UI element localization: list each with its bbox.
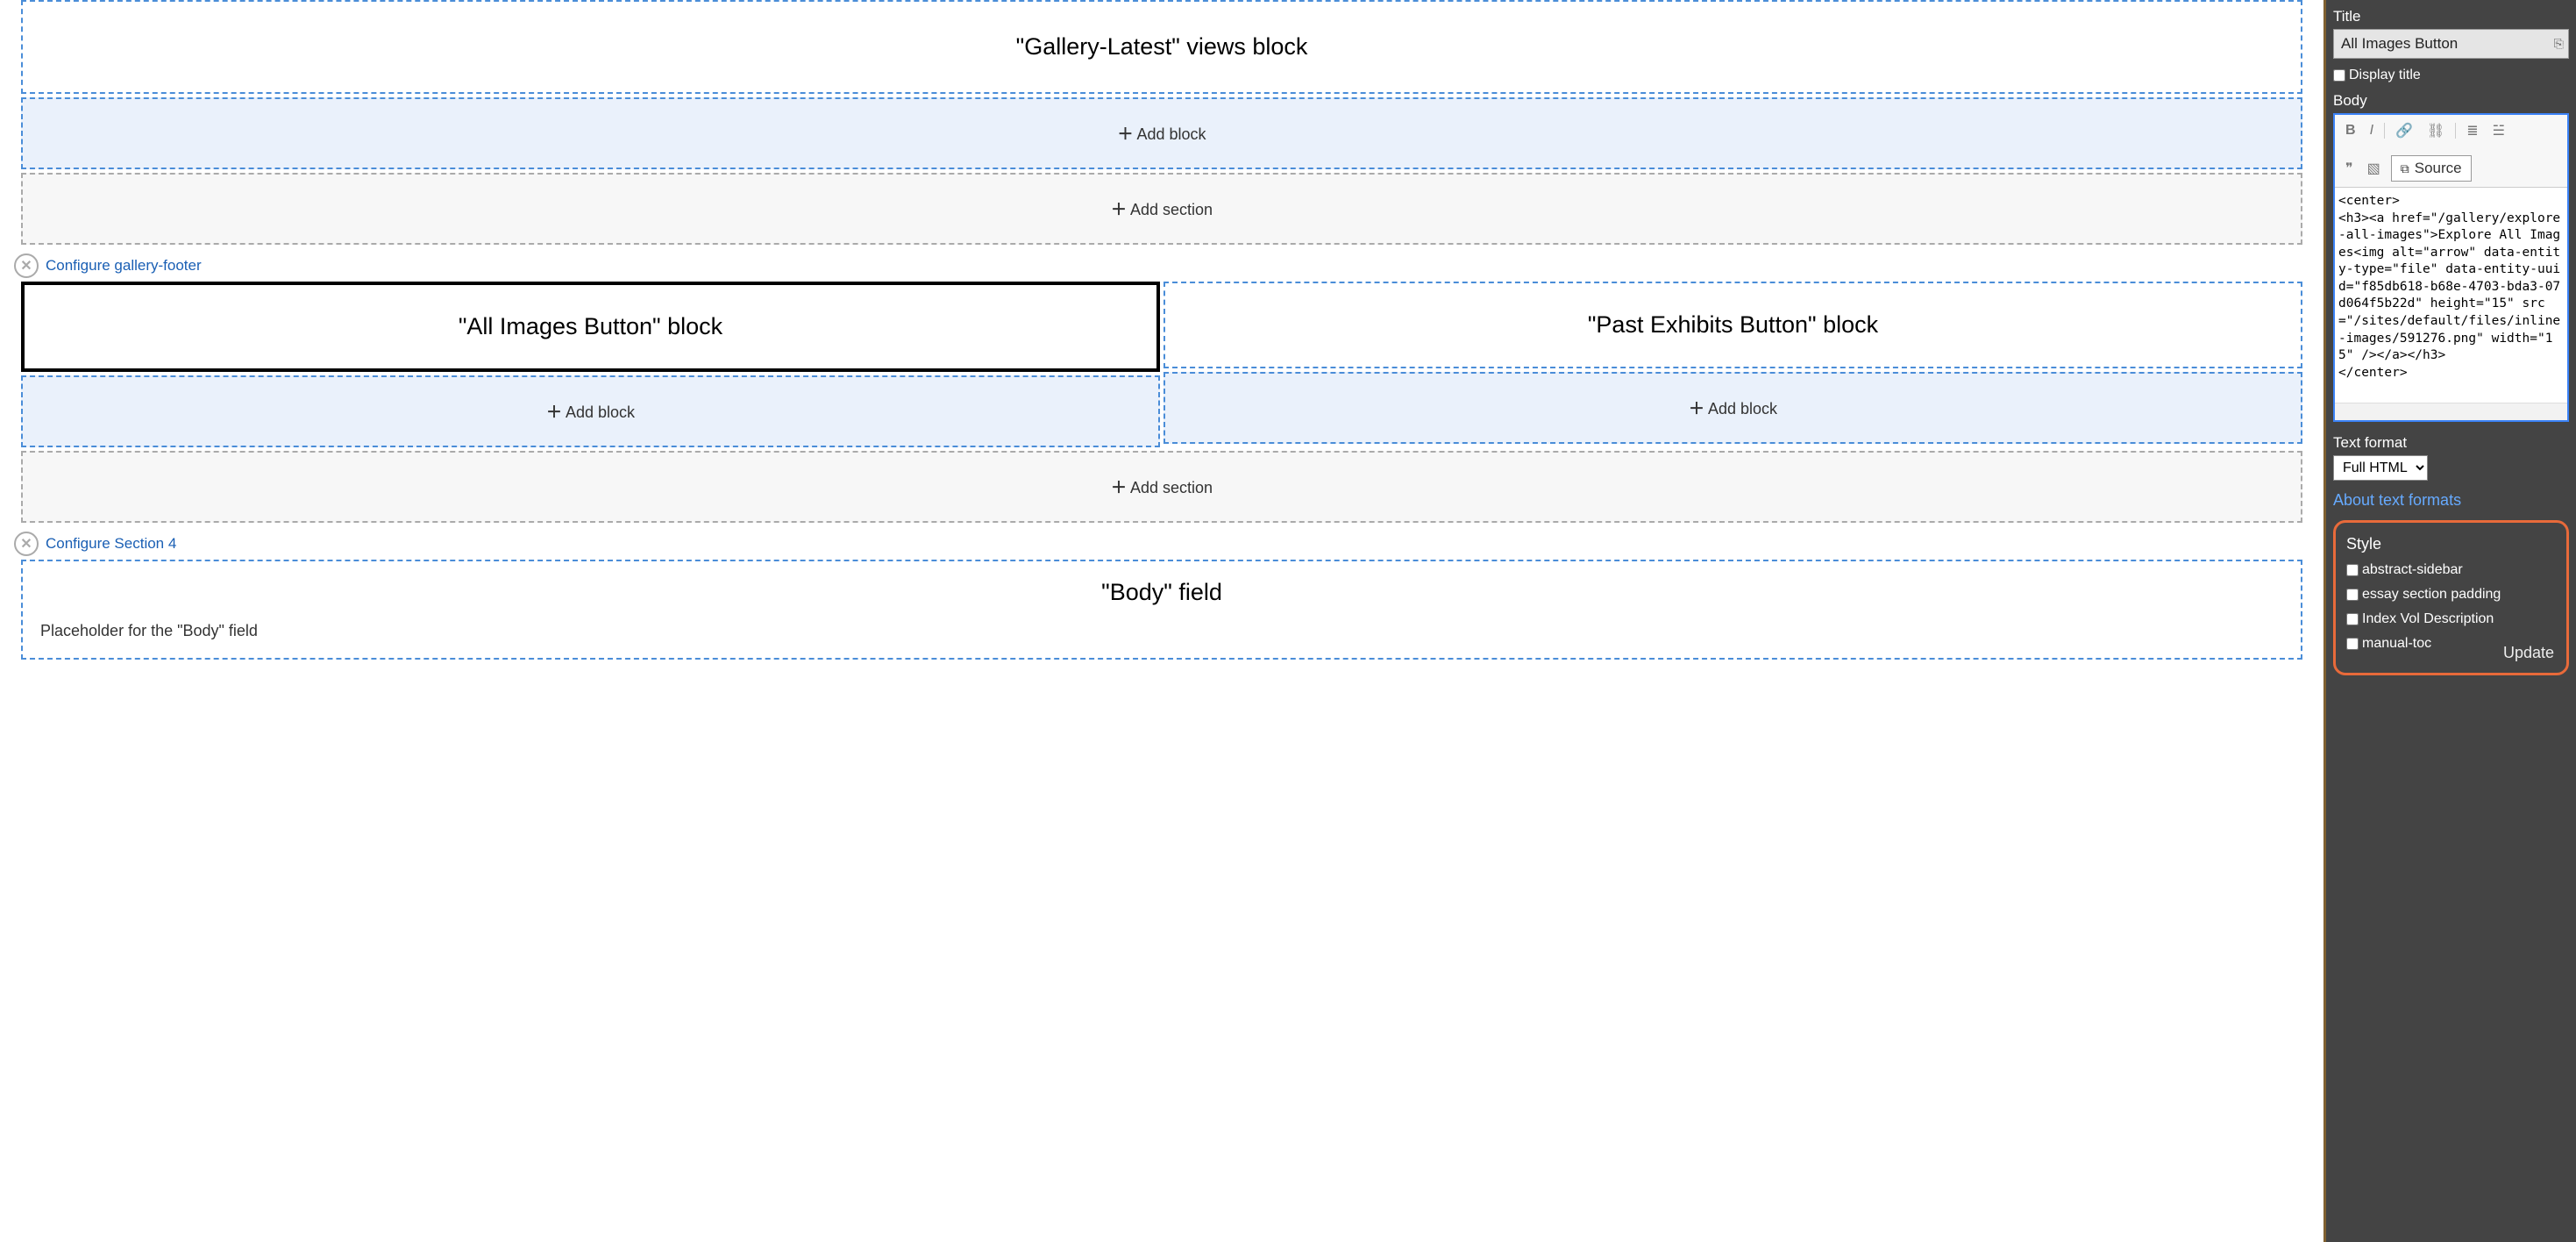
- two-column-row: "All Images Button" block ＋Add block "Pa…: [21, 282, 2302, 447]
- bold-icon[interactable]: B: [2342, 121, 2359, 140]
- bullet-list-icon[interactable]: ≣: [2463, 120, 2481, 141]
- block-gallery-latest[interactable]: "Gallery-Latest" views block: [21, 0, 2302, 94]
- style-option-abstract-sidebar[interactable]: abstract-sidebar: [2346, 562, 2556, 578]
- add-block-zone-left[interactable]: ＋Add block: [21, 375, 1160, 447]
- title-input[interactable]: [2333, 29, 2569, 59]
- add-block-zone-1[interactable]: ＋Add block: [21, 97, 2302, 169]
- add-section-zone-1[interactable]: ＋Add section: [21, 173, 2302, 245]
- link-icon[interactable]: 🔗: [2392, 120, 2416, 141]
- block-label: "All Images Button" block: [459, 313, 722, 339]
- add-section-zone-2[interactable]: ＋Add section: [21, 451, 2302, 523]
- body-field-title: "Body" field: [40, 579, 2283, 606]
- plus-icon: ＋: [1117, 125, 1133, 143]
- body-label: Body: [2333, 92, 2569, 110]
- editor-textarea[interactable]: <center> <h3><a href="/gallery/explore-a…: [2335, 188, 2567, 403]
- image-icon[interactable]: ▧: [2364, 158, 2384, 179]
- text-format-select[interactable]: Full HTML: [2333, 455, 2428, 481]
- add-block-zone-right[interactable]: ＋Add block: [1163, 372, 2302, 444]
- plus-icon: ＋: [1111, 479, 1127, 496]
- style-option-essay-section-padding[interactable]: essay section padding: [2346, 587, 2556, 603]
- source-button[interactable]: ⧉ Source: [2391, 155, 2472, 182]
- title-label: Title: [2333, 8, 2569, 25]
- plus-icon: ＋: [1689, 400, 1704, 418]
- text-format-label: Text format: [2333, 434, 2569, 452]
- remove-section-button[interactable]: ✕: [14, 532, 39, 556]
- body-editor: B I 🔗 ⛓ ≣ ☱ ❞ ▧ ⧉ Source <center> <h3><a…: [2333, 113, 2569, 422]
- remove-section-button[interactable]: ✕: [14, 253, 39, 278]
- layout-builder-main: "Gallery-Latest" views block ＋Add block …: [0, 0, 2323, 1242]
- block-label: "Gallery-Latest" views block: [1016, 33, 1308, 60]
- plus-icon: ＋: [546, 403, 562, 421]
- update-button[interactable]: Update: [2503, 644, 2554, 662]
- source-icon: ⧉: [2401, 161, 2409, 176]
- block-past-exhibits-button[interactable]: "Past Exhibits Button" block: [1163, 282, 2302, 368]
- section-header-4: ✕ Configure Section 4: [14, 532, 2315, 556]
- configure-gallery-footer-link[interactable]: Configure gallery-footer: [46, 257, 202, 275]
- style-label: Style: [2346, 535, 2556, 553]
- numbered-list-icon[interactable]: ☱: [2489, 120, 2508, 141]
- editor-resize-handle[interactable]: [2335, 403, 2567, 420]
- editor-toolbar: B I 🔗 ⛓ ≣ ☱ ❞ ▧ ⧉ Source: [2335, 115, 2567, 188]
- block-all-images-button[interactable]: "All Images Button" block: [21, 282, 1160, 372]
- block-body-field[interactable]: "Body" field Placeholder for the "Body" …: [21, 560, 2302, 660]
- unlink-icon[interactable]: ⛓: [2423, 120, 2448, 141]
- body-field-placeholder: Placeholder for the "Body" field: [40, 622, 2283, 640]
- section-header-footer: ✕ Configure gallery-footer: [14, 253, 2315, 278]
- plus-icon: ＋: [1111, 201, 1127, 218]
- block-settings-sidebar: Title ⎘ Display title Body B I 🔗 ⛓ ≣ ☱ ❞…: [2323, 0, 2576, 1242]
- block-label: "Past Exhibits Button" block: [1588, 311, 1878, 338]
- about-text-formats-link[interactable]: About text formats: [2333, 491, 2461, 510]
- italic-icon[interactable]: I: [2366, 121, 2377, 140]
- blockquote-icon[interactable]: ❞: [2342, 158, 2357, 179]
- style-options-group: Style abstract-sidebar essay section pad…: [2333, 520, 2569, 675]
- display-title-checkbox[interactable]: Display title: [2333, 68, 2569, 83]
- configure-section-4-link[interactable]: Configure Section 4: [46, 535, 176, 553]
- style-option-index-vol-description[interactable]: Index Vol Description: [2346, 611, 2556, 627]
- display-title-checkbox-input[interactable]: [2333, 69, 2345, 82]
- machine-name-icon[interactable]: ⎘: [2554, 37, 2564, 52]
